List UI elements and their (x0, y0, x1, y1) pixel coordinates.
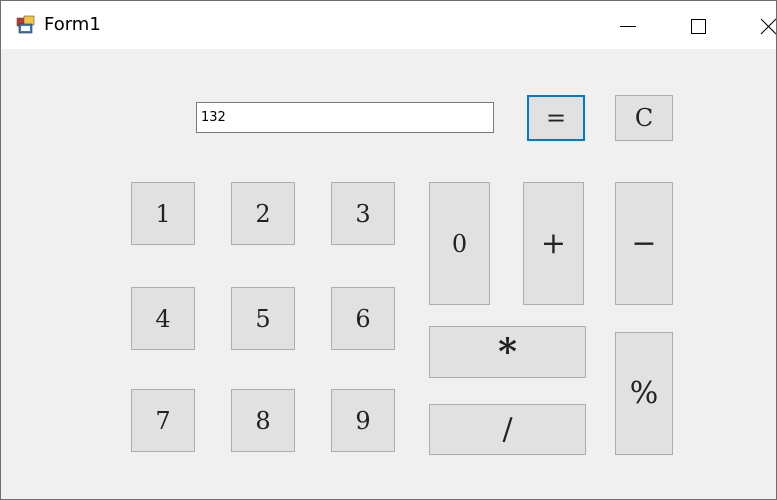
clear-button[interactable]: C (615, 95, 673, 141)
digit-9-button[interactable]: 9 (331, 389, 395, 452)
digit-5-button[interactable]: 5 (231, 287, 295, 350)
digit-2-button[interactable]: 2 (231, 182, 295, 245)
digit-1-button[interactable]: 1 (131, 182, 195, 245)
maximize-icon (691, 19, 706, 34)
minimize-icon (620, 26, 636, 27)
percent-button[interactable]: % (615, 332, 673, 455)
digit-8-button[interactable]: 8 (231, 389, 295, 452)
title-bar[interactable]: Form1 (1, 1, 776, 49)
equals-button[interactable]: = (527, 95, 585, 141)
close-icon (760, 18, 776, 35)
minimize-button[interactable] (599, 1, 659, 49)
digit-6-button[interactable]: 6 (331, 287, 395, 350)
minus-button[interactable]: − (615, 182, 673, 305)
digit-0-button[interactable]: 0 (429, 182, 490, 305)
maximize-button[interactable] (668, 1, 728, 49)
close-button[interactable] (738, 1, 776, 49)
divide-button[interactable]: / (429, 404, 586, 455)
digit-3-button[interactable]: 3 (331, 182, 395, 245)
window-title: Form1 (44, 14, 101, 35)
multiply-button[interactable]: * (429, 326, 586, 378)
digit-7-button[interactable]: 7 (131, 389, 195, 452)
plus-button[interactable]: + (523, 182, 584, 305)
form1-window: Form1 132 = C 1 2 3 4 5 6 7 8 9 0 + − * … (0, 0, 777, 500)
form-app-icon[interactable] (16, 15, 36, 35)
digit-4-button[interactable]: 4 (131, 287, 195, 350)
result-textbox[interactable]: 132 (196, 102, 494, 133)
